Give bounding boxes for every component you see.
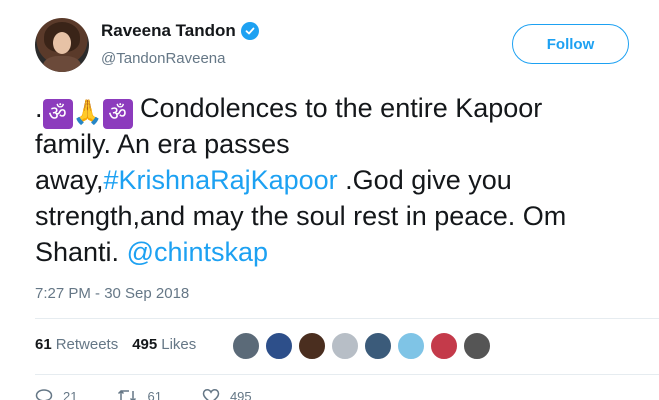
reply-button[interactable]: 21 [35, 388, 77, 400]
liker-avatar[interactable] [232, 332, 260, 360]
divider [35, 374, 659, 375]
likes-stat[interactable]: 495 Likes [132, 336, 196, 353]
reply-count: 21 [63, 388, 78, 400]
retweet-button[interactable]: 61 [117, 388, 162, 400]
tweet-text-segment: away, [35, 165, 104, 195]
tweet-line-5: Shanti. @chintskap [35, 234, 659, 270]
liker-avatar[interactable] [463, 332, 491, 360]
mention-link[interactable]: @chintskap [127, 237, 268, 267]
liker-avatar[interactable] [265, 332, 293, 360]
retweets-stat[interactable]: 61 Retweets [35, 336, 118, 353]
divider [35, 318, 659, 319]
retweet-count: 61 [147, 388, 162, 400]
liker-avatar[interactable] [430, 332, 458, 360]
user-handle[interactable]: @TandonRaveena [101, 50, 225, 67]
liker-avatar[interactable] [397, 332, 425, 360]
om-emoji-icon: ॐ [42, 99, 73, 129]
user-avatar[interactable] [35, 18, 89, 72]
retweet-icon [118, 389, 137, 400]
tweet-text-segment: . [35, 93, 43, 123]
pray-emoji-icon: 🙏 [72, 99, 103, 126]
tweet-timestamp[interactable]: 7:27 PM - 30 Sep 2018 [35, 285, 189, 302]
display-name[interactable]: Raveena Tandon [101, 21, 236, 41]
name-row: Raveena Tandon [101, 21, 259, 41]
tweet-text: . ॐ 🙏 ॐ Condolences to the entire Kapoor fa… [35, 90, 659, 270]
liker-avatar[interactable] [298, 332, 326, 360]
tweet-text-segment: Shanti. [35, 237, 127, 267]
hashtag-link[interactable]: #KrishnaRajKapoor [104, 165, 338, 195]
likes-label: Likes [161, 336, 197, 353]
follow-button[interactable]: Follow [512, 24, 629, 64]
liker-avatar[interactable] [364, 332, 392, 360]
tweet-text-segment: .God give you [337, 165, 512, 195]
tweet-line-3: away,#KrishnaRajKapoor .God give you [35, 162, 659, 198]
retweets-label: Retweets [55, 336, 119, 353]
tweet-line-1: . ॐ 🙏 ॐ Condolences to the entire Kapoor [35, 90, 659, 129]
like-count: 495 [229, 388, 252, 400]
liker-avatar[interactable] [331, 332, 359, 360]
engagement-stats: 61 Retweets 495 Likes [35, 336, 210, 353]
om-emoji-icon: ॐ [102, 99, 133, 129]
tweet-header: Raveena Tandon @TandonRaveena Follow [35, 18, 635, 74]
retweets-count: 61 [35, 336, 52, 353]
likes-count: 495 [132, 336, 158, 353]
likers-avatars [232, 332, 496, 360]
tweet-line-2: family. An era passes [35, 129, 290, 159]
like-button[interactable]: 495 [202, 388, 252, 400]
tweet-text-segment: Condolences to the entire Kapoor [132, 93, 543, 123]
tweet-actions: 21 61 495 [35, 388, 292, 400]
verified-badge-icon [240, 22, 259, 40]
reply-icon [35, 389, 53, 400]
heart-icon [202, 389, 220, 400]
tweet-line-4: strength,and may the soul rest in peace.… [35, 201, 567, 231]
